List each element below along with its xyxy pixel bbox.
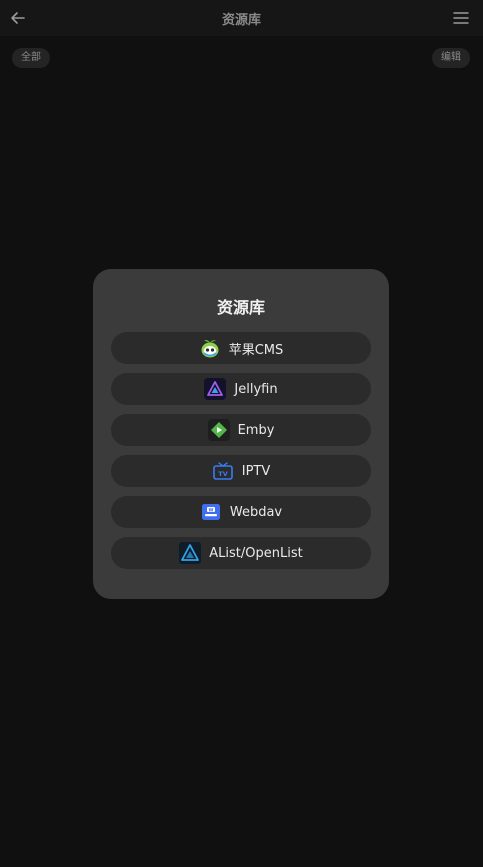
- option-label: Jellyfin: [234, 381, 278, 397]
- option-label: 苹果CMS: [228, 342, 284, 358]
- menu-button[interactable]: [449, 6, 473, 30]
- option-label: IPTV: [241, 463, 271, 479]
- source-picker-dialog: 资源库 苹果CMS Jellyfin Emby TV IPTV W Webdav…: [93, 269, 389, 599]
- option-label: AList/OpenList: [209, 545, 303, 561]
- dialog-title: 资源库: [216, 298, 265, 317]
- top-bar: 资源库: [0, 0, 483, 36]
- svg-text:TV: TV: [218, 470, 227, 478]
- filter-all-chip[interactable]: 全部: [12, 48, 50, 68]
- option-apple-cms[interactable]: 苹果CMS: [111, 332, 371, 364]
- emby-icon: [207, 419, 230, 441]
- option-label: Webdav: [229, 504, 283, 520]
- apple-cms-icon: [199, 337, 221, 359]
- option-webdav[interactable]: W Webdav: [111, 496, 371, 528]
- webdav-icon: W: [200, 501, 222, 523]
- option-jellyfin[interactable]: Jellyfin: [111, 373, 371, 405]
- option-emby[interactable]: Emby: [111, 414, 371, 446]
- hamburger-menu-icon: [453, 12, 469, 24]
- edit-chip[interactable]: 编辑: [432, 48, 470, 68]
- svg-text:W: W: [208, 507, 213, 513]
- iptv-icon: TV: [212, 460, 234, 482]
- option-alist[interactable]: AList/OpenList: [111, 537, 371, 569]
- jellyfin-icon: [204, 378, 227, 400]
- page-title: 资源库: [221, 13, 261, 28]
- option-iptv[interactable]: TV IPTV: [111, 455, 371, 487]
- alist-icon: [179, 542, 202, 564]
- option-label: Emby: [237, 422, 275, 438]
